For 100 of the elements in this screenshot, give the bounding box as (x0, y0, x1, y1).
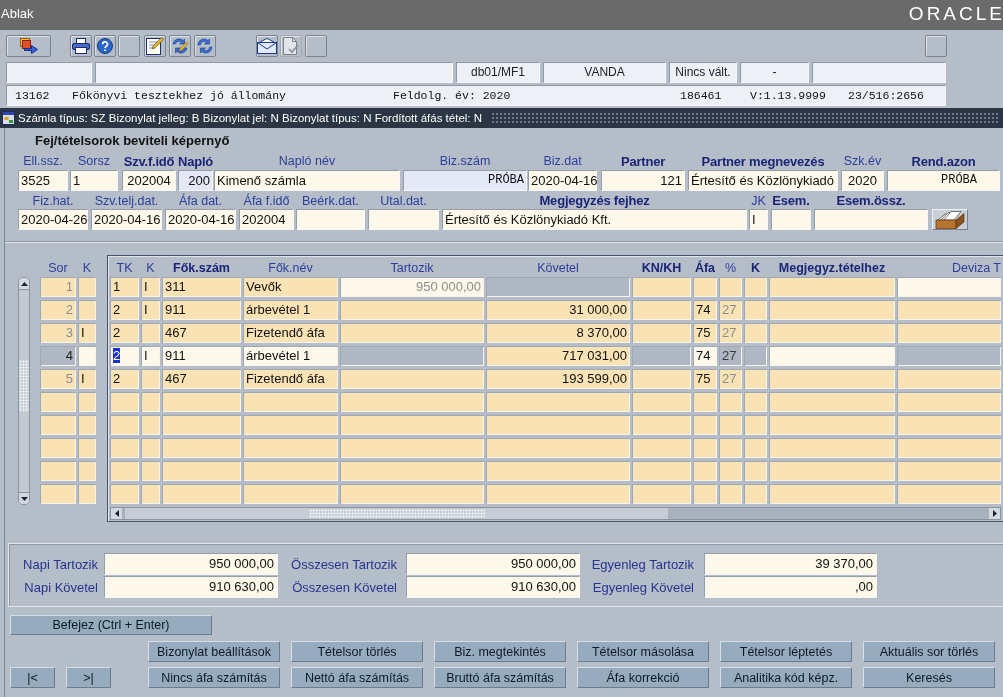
table-cell[interactable] (769, 461, 895, 481)
table-cell[interactable]: 717 031,00 (486, 346, 630, 366)
table-cell[interactable]: 31 000,00 (486, 300, 630, 320)
table-cell[interactable] (110, 461, 139, 481)
nav-button[interactable]: |< (10, 667, 55, 688)
table-cell[interactable] (897, 346, 1001, 366)
table-cell[interactable] (632, 392, 691, 412)
table-cell[interactable] (340, 415, 484, 435)
action-button[interactable]: Aktuális sor törlés (863, 641, 995, 662)
table-cell[interactable]: I (141, 277, 160, 297)
table-cell[interactable] (693, 484, 717, 504)
table-cell[interactable] (486, 415, 630, 435)
action-button[interactable]: Nincs áfa számítás (148, 667, 280, 688)
table-cell[interactable] (769, 438, 895, 458)
table-cell[interactable]: 74 (693, 300, 717, 320)
table-cell[interactable] (744, 277, 767, 297)
scroll-down-button[interactable] (19, 492, 29, 504)
table-cell[interactable]: 193 599,00 (486, 369, 630, 389)
table-cell[interactable] (110, 392, 139, 412)
table-cell[interactable] (897, 461, 1001, 481)
table-cell[interactable] (486, 438, 630, 458)
table-cell[interactable]: 467 (162, 323, 241, 343)
table-cell[interactable] (340, 438, 484, 458)
action-button[interactable]: Nettó áfa számítás (291, 667, 423, 688)
table-cell[interactable] (486, 277, 630, 297)
scrollbar-thumb[interactable] (125, 508, 668, 519)
table-cell[interactable]: 2 (110, 369, 139, 389)
row-flag-cell[interactable] (78, 346, 96, 366)
table-cell[interactable] (897, 415, 1001, 435)
input-field[interactable]: 121 (601, 170, 685, 191)
table-cell[interactable] (243, 438, 338, 458)
table-cell[interactable] (486, 392, 630, 412)
input-field[interactable]: Értesítő és Közlönykiadó Kft. (442, 209, 747, 230)
table-cell[interactable] (162, 392, 241, 412)
scroll-up-button[interactable] (19, 278, 29, 290)
table-cell[interactable] (243, 484, 338, 504)
action-button[interactable]: Bruttó áfa számítás (434, 667, 566, 688)
action-button[interactable]: Tételsor másolása (577, 641, 709, 662)
input-field[interactable]: 2020-04-16 (91, 209, 162, 230)
table-cell[interactable] (769, 300, 895, 320)
table-cell[interactable] (110, 415, 139, 435)
table-cell[interactable] (632, 346, 691, 366)
row-flag-cell[interactable] (78, 484, 96, 504)
input-field[interactable]: 2020 (841, 170, 884, 191)
vertical-scrollbar[interactable] (18, 277, 30, 505)
table-cell[interactable] (340, 461, 484, 481)
row-flag-cell[interactable]: I (78, 369, 96, 389)
table-cell[interactable] (632, 323, 691, 343)
input-field[interactable]: Kimenő számla (214, 170, 400, 191)
table-cell[interactable] (162, 415, 241, 435)
table-cell[interactable] (897, 484, 1001, 504)
table-cell[interactable] (486, 461, 630, 481)
table-cell[interactable]: árbevétel 1 (243, 300, 338, 320)
table-cell[interactable] (141, 392, 160, 412)
table-cell[interactable]: 74 (693, 346, 717, 366)
table-cell[interactable] (744, 461, 767, 481)
table-cell[interactable]: 75 (693, 323, 717, 343)
table-cell[interactable] (141, 323, 160, 343)
table-cell[interactable] (769, 415, 895, 435)
row-number-cell[interactable] (40, 415, 76, 435)
table-cell[interactable] (769, 392, 895, 412)
input-field[interactable]: I (749, 209, 768, 230)
table-cell[interactable] (719, 415, 742, 435)
row-flag-cell[interactable] (78, 277, 96, 297)
table-cell[interactable] (744, 415, 767, 435)
table-cell[interactable] (141, 369, 160, 389)
toolbar-button[interactable] (6, 35, 51, 57)
nav-button[interactable]: >| (66, 667, 111, 688)
action-button[interactable]: Keresés (863, 667, 995, 688)
table-cell[interactable] (769, 369, 895, 389)
table-cell[interactable]: I (141, 300, 160, 320)
table-cell[interactable]: 911 (162, 300, 241, 320)
table-cell[interactable]: Fizetendő áfa (243, 369, 338, 389)
row-number-cell[interactable]: 4 (40, 346, 76, 366)
table-cell[interactable] (340, 392, 484, 412)
table-cell[interactable] (719, 392, 742, 412)
table-cell[interactable] (693, 461, 717, 481)
table-cell[interactable]: 1 (110, 277, 139, 297)
row-flag-cell[interactable] (78, 300, 96, 320)
table-cell[interactable] (632, 461, 691, 481)
table-cell[interactable] (632, 438, 691, 458)
table-cell[interactable] (719, 484, 742, 504)
table-cell[interactable]: I (141, 346, 160, 366)
action-button[interactable]: Biz. megtekintés (434, 641, 566, 662)
table-cell[interactable] (632, 484, 691, 504)
card-file-button[interactable] (932, 209, 968, 230)
table-cell[interactable] (632, 300, 691, 320)
table-cell[interactable]: 2 (110, 323, 139, 343)
input-field[interactable] (296, 209, 365, 230)
row-flag-cell[interactable]: I (78, 323, 96, 343)
action-button[interactable]: Áfa korrekció (577, 667, 709, 688)
table-cell[interactable] (744, 346, 767, 366)
input-field[interactable]: 2020-04-16 (528, 170, 597, 191)
table-cell[interactable] (897, 277, 1001, 297)
input-field[interactable]: 2020-04-16 (165, 209, 236, 230)
scrollbar-thumb[interactable] (19, 360, 29, 412)
table-cell[interactable] (769, 277, 895, 297)
finish-button[interactable]: Befejez (Ctrl + Enter) (10, 615, 212, 635)
table-cell[interactable] (897, 300, 1001, 320)
scroll-left-button[interactable] (111, 508, 122, 519)
